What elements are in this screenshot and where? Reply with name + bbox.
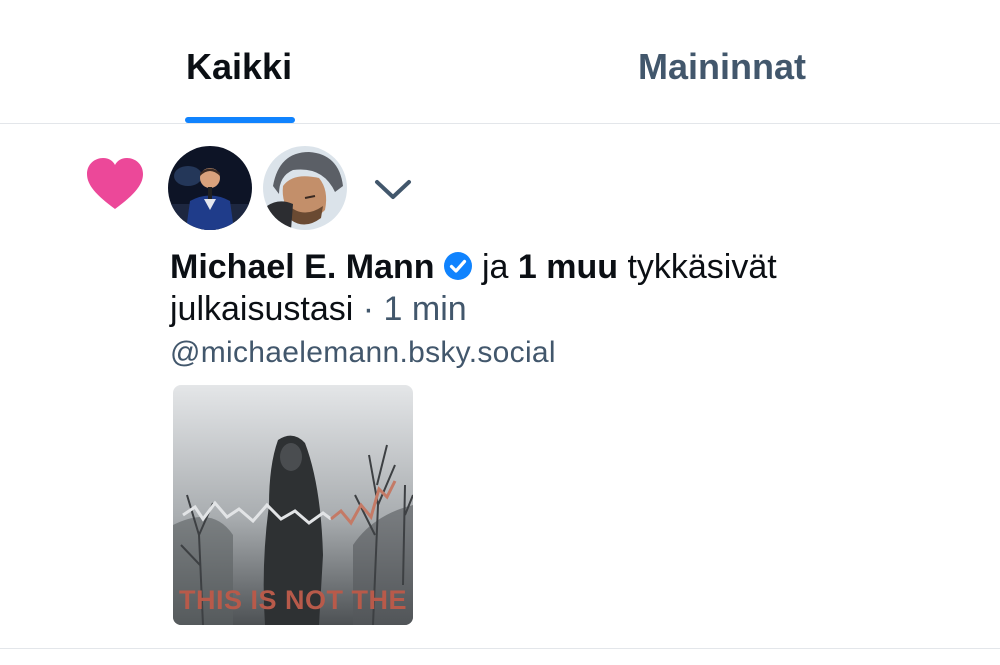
post-image-thumbnail[interactable]: THIS IS NOT THE xyxy=(173,385,413,625)
verified-badge-icon xyxy=(443,252,472,280)
notification-text: Michael E. Mann ja 1 muu tykkäsivät julk… xyxy=(170,246,950,330)
active-tab-indicator xyxy=(185,117,295,123)
avatar[interactable] xyxy=(168,146,252,230)
heart-icon xyxy=(87,158,143,209)
others-count[interactable]: 1 muu xyxy=(518,248,618,286)
tab-all[interactable]: Kaikki xyxy=(186,46,292,88)
notification-tabs: Kaikki Maininnat xyxy=(0,0,1000,124)
avatar[interactable] xyxy=(263,146,347,230)
divider xyxy=(0,648,1000,649)
separator-dot: · xyxy=(362,290,375,328)
chevron-down-icon[interactable] xyxy=(372,175,414,203)
actor-name[interactable]: Michael E. Mann xyxy=(170,248,435,286)
post-image-caption: THIS IS NOT THE xyxy=(178,585,407,615)
tab-mentions[interactable]: Maininnat xyxy=(638,46,806,88)
actor-handle[interactable]: @michaelemann.bsky.social xyxy=(170,336,556,370)
connector-text: ja xyxy=(481,248,509,286)
timestamp: 1 min xyxy=(383,290,467,328)
